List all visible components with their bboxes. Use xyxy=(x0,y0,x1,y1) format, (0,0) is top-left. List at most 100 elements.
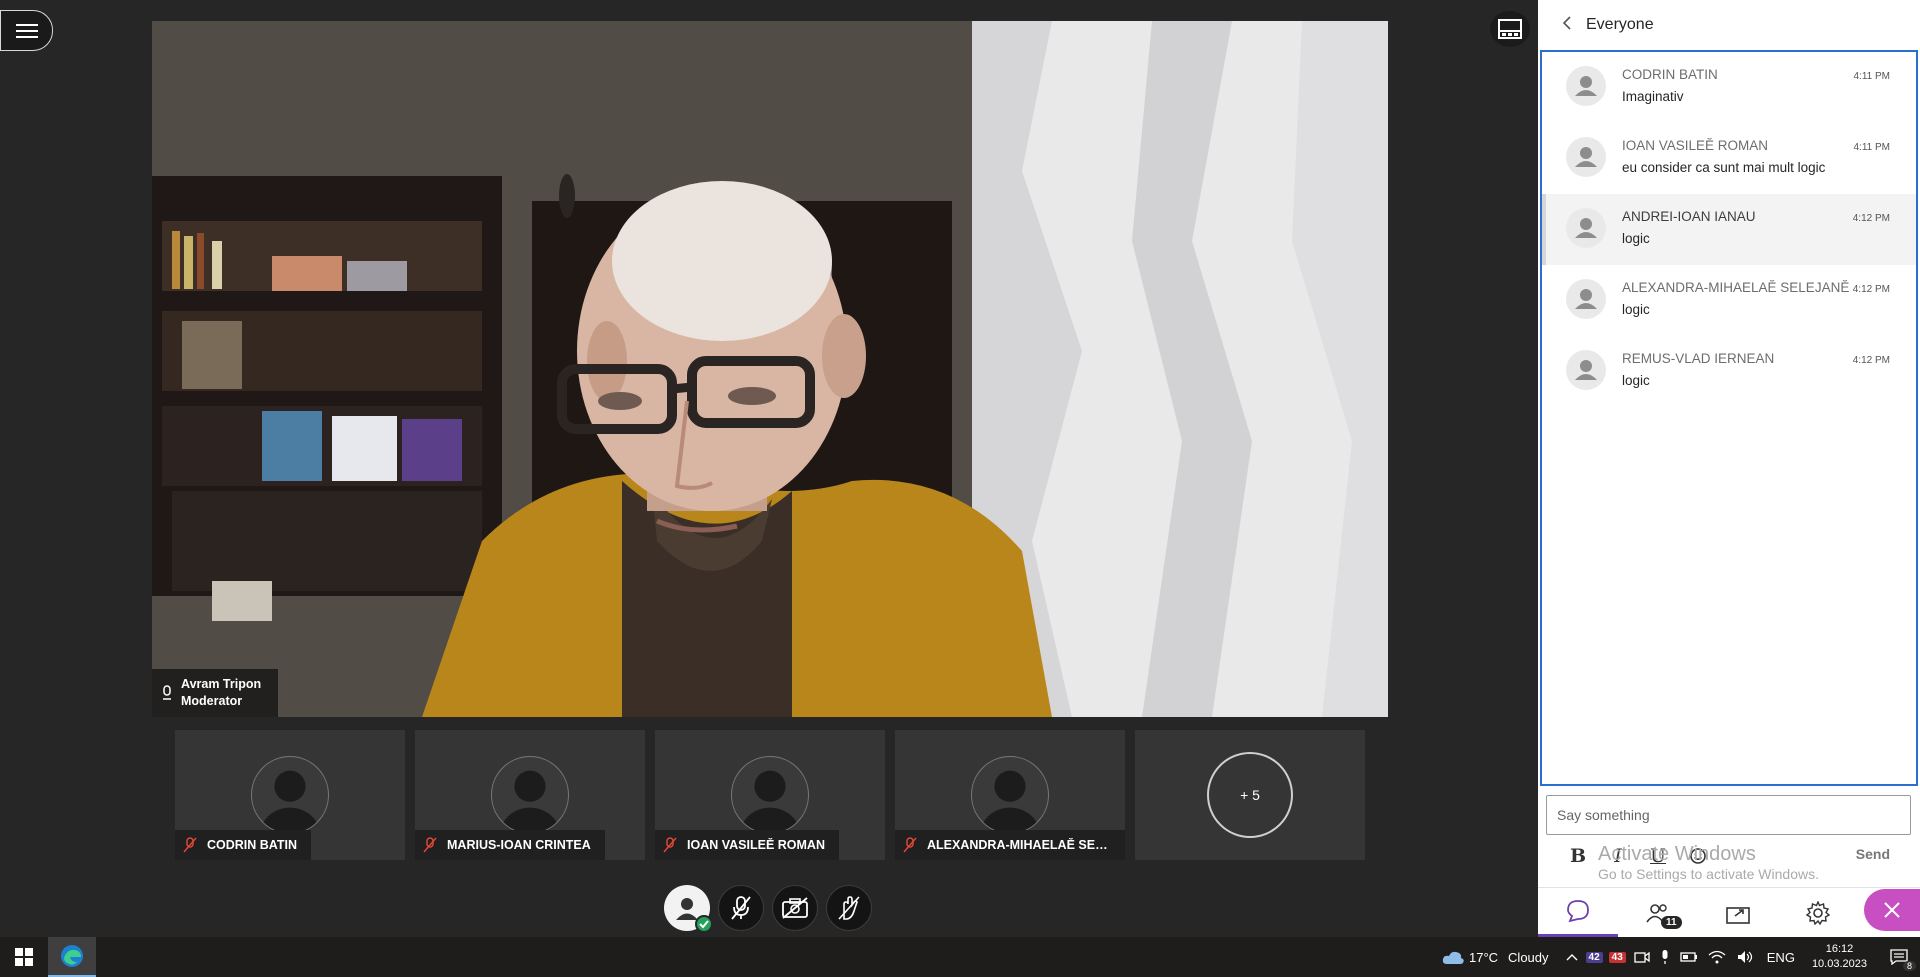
emoji-button[interactable] xyxy=(1678,841,1718,871)
main-video-feed xyxy=(152,21,1388,717)
microphone-off-icon xyxy=(731,896,751,920)
show-hidden-icons-chevron-icon[interactable] xyxy=(1566,953,1578,961)
message-time: 4:12 PM xyxy=(1852,284,1890,295)
chat-message-list[interactable]: CODRIN BATIN Imaginativ 4:11 PM IOAN VAS… xyxy=(1540,50,1918,786)
tray-app-badge[interactable]: 42 xyxy=(1585,951,1603,963)
chat-title: Everyone xyxy=(1586,16,1654,33)
windows-taskbar: 17°C Cloudy 42 43 ENG 16:12 10.03.2023 8 xyxy=(0,937,1920,977)
muted-microphone-icon xyxy=(663,837,677,853)
layout-toggle-button[interactable] xyxy=(1490,11,1530,47)
microphone-toggle-button[interactable] xyxy=(718,885,764,931)
participant-name: MARIUS-IOAN CRINTEA xyxy=(447,838,591,852)
battery-icon[interactable] xyxy=(1680,951,1698,963)
volume-icon[interactable] xyxy=(1736,950,1754,964)
participants-count-badge: 11 xyxy=(1661,916,1682,929)
camera-off-icon xyxy=(782,897,808,919)
emoji-icon xyxy=(1690,848,1706,864)
back-chevron-icon[interactable] xyxy=(1562,15,1572,36)
avatar xyxy=(1566,208,1606,248)
default-user-icon xyxy=(1575,360,1597,380)
more-participants-count: + 5 xyxy=(1207,752,1293,838)
message-text: logic xyxy=(1622,302,1650,317)
message-time: 4:11 PM xyxy=(1853,142,1891,153)
clock-time: 16:12 xyxy=(1825,943,1854,955)
underline-button[interactable]: U xyxy=(1638,841,1678,871)
participant-strip: CODRIN BATIN MARIUS-IOAN CRINTEA IOAN VA… xyxy=(175,730,1365,860)
avatar xyxy=(731,756,809,834)
participant-tile[interactable]: ALEXANDRA-MIHAELAĔ SELEJ... xyxy=(895,730,1125,860)
avatar xyxy=(971,756,1049,834)
clock[interactable]: 16:12 10.03.2023 xyxy=(1812,942,1867,972)
main-menu-button[interactable] xyxy=(0,10,53,51)
panel-tab-bar: 11 xyxy=(1538,887,1920,938)
system-tray: 17°C Cloudy 42 43 ENG 16:12 10.03.2023 8 xyxy=(1436,937,1920,977)
edge-browser-taskbar-button[interactable] xyxy=(48,937,96,977)
message-author: CODRIN BATIN xyxy=(1622,67,1718,82)
cloud-icon xyxy=(1442,951,1464,964)
speaker-name-tag: Avram Tripon Moderator xyxy=(152,669,278,717)
participant-name-tag: ALEXANDRA-MIHAELAĔ SELEJ... xyxy=(895,830,1125,860)
weather-temperature: 17°C xyxy=(1469,949,1499,965)
message-time: 4:12 PM xyxy=(1852,355,1890,366)
my-status-button[interactable] xyxy=(664,885,713,933)
video-frame xyxy=(152,21,1388,717)
share-icon xyxy=(1726,907,1750,924)
tab-share-content[interactable] xyxy=(1698,888,1778,938)
participant-name-tag: MARIUS-IOAN CRINTEA xyxy=(415,830,605,860)
muted-microphone-icon xyxy=(183,837,197,853)
tray-app-badge[interactable]: 43 xyxy=(1608,951,1626,963)
message-author: ALEXANDRA-MIHAELAĔ SELEJANĔ xyxy=(1622,280,1850,295)
chat-message: ALEXANDRA-MIHAELAĔ SELEJANĔ logic 4:12 P… xyxy=(1542,265,1916,336)
tab-chat[interactable] xyxy=(1538,888,1618,938)
default-user-icon xyxy=(1575,147,1597,167)
message-text: Imaginativ xyxy=(1622,89,1684,104)
muted-microphone-icon xyxy=(903,837,917,853)
chat-message: CODRIN BATIN Imaginativ 4:11 PM xyxy=(1542,52,1916,123)
windows-logo-icon xyxy=(15,948,33,966)
participant-name: IOAN VASILEĔ ROMAN xyxy=(687,838,825,852)
default-user-icon xyxy=(1575,289,1597,309)
participant-name-tag: CODRIN BATIN xyxy=(175,830,312,860)
weather-widget[interactable]: 17°C Cloudy xyxy=(1441,949,1549,965)
default-user-icon xyxy=(980,770,1040,833)
default-user-icon xyxy=(260,770,320,833)
format-toolbar: B I U Send xyxy=(1538,838,1920,874)
chat-message: ANDREI-IOAN IANAU logic 4:12 PM xyxy=(1542,194,1916,265)
send-button[interactable]: Send xyxy=(1856,846,1890,862)
tab-settings[interactable] xyxy=(1778,888,1858,938)
default-user-icon xyxy=(1575,218,1597,238)
close-panel-button[interactable] xyxy=(1864,889,1920,931)
tab-participants[interactable]: 11 xyxy=(1618,888,1698,938)
message-text: logic xyxy=(1622,231,1650,246)
italic-button[interactable]: I xyxy=(1598,841,1638,871)
muted-microphone-icon xyxy=(423,837,437,853)
microphone-tray-icon[interactable] xyxy=(1660,949,1670,965)
participant-tile[interactable]: MARIUS-IOAN CRINTEA xyxy=(415,730,645,860)
wifi-icon[interactable] xyxy=(1708,950,1726,964)
raise-hand-button[interactable] xyxy=(826,885,872,931)
chat-header: Everyone xyxy=(1538,0,1920,50)
default-user-icon xyxy=(1575,76,1597,96)
participant-tile[interactable]: IOAN VASILEĔ ROMAN xyxy=(655,730,885,860)
participant-tile[interactable]: CODRIN BATIN xyxy=(175,730,405,860)
more-participants-tile[interactable]: + 5 xyxy=(1135,730,1365,860)
camera-tray-icon[interactable] xyxy=(1634,950,1650,964)
speaker-role: Moderator xyxy=(181,694,243,708)
message-time: 4:11 PM xyxy=(1853,71,1891,82)
bold-button[interactable]: B xyxy=(1558,841,1598,871)
layout-grid-icon xyxy=(1498,19,1522,39)
avatar xyxy=(1566,66,1606,106)
message-text: logic xyxy=(1622,373,1650,388)
chat-input-placeholder: Say something xyxy=(1557,807,1650,823)
input-language[interactable]: ENG xyxy=(1767,950,1795,965)
start-button[interactable] xyxy=(0,937,48,977)
notification-center-button[interactable]: 8 xyxy=(1890,949,1916,971)
camera-toggle-button[interactable] xyxy=(772,885,818,931)
chat-input[interactable]: Say something xyxy=(1546,795,1911,835)
chat-message: REMUS-VLAD IERNEAN logic 4:12 PM xyxy=(1542,336,1916,407)
participant-name-tag: IOAN VASILEĔ ROMAN xyxy=(655,830,839,860)
microphone-icon xyxy=(163,685,171,700)
message-time: 4:12 PM xyxy=(1852,213,1890,224)
default-user-icon xyxy=(500,770,560,833)
chat-message: IOAN VASILEĔ ROMAN eu consider ca sunt m… xyxy=(1542,123,1916,194)
